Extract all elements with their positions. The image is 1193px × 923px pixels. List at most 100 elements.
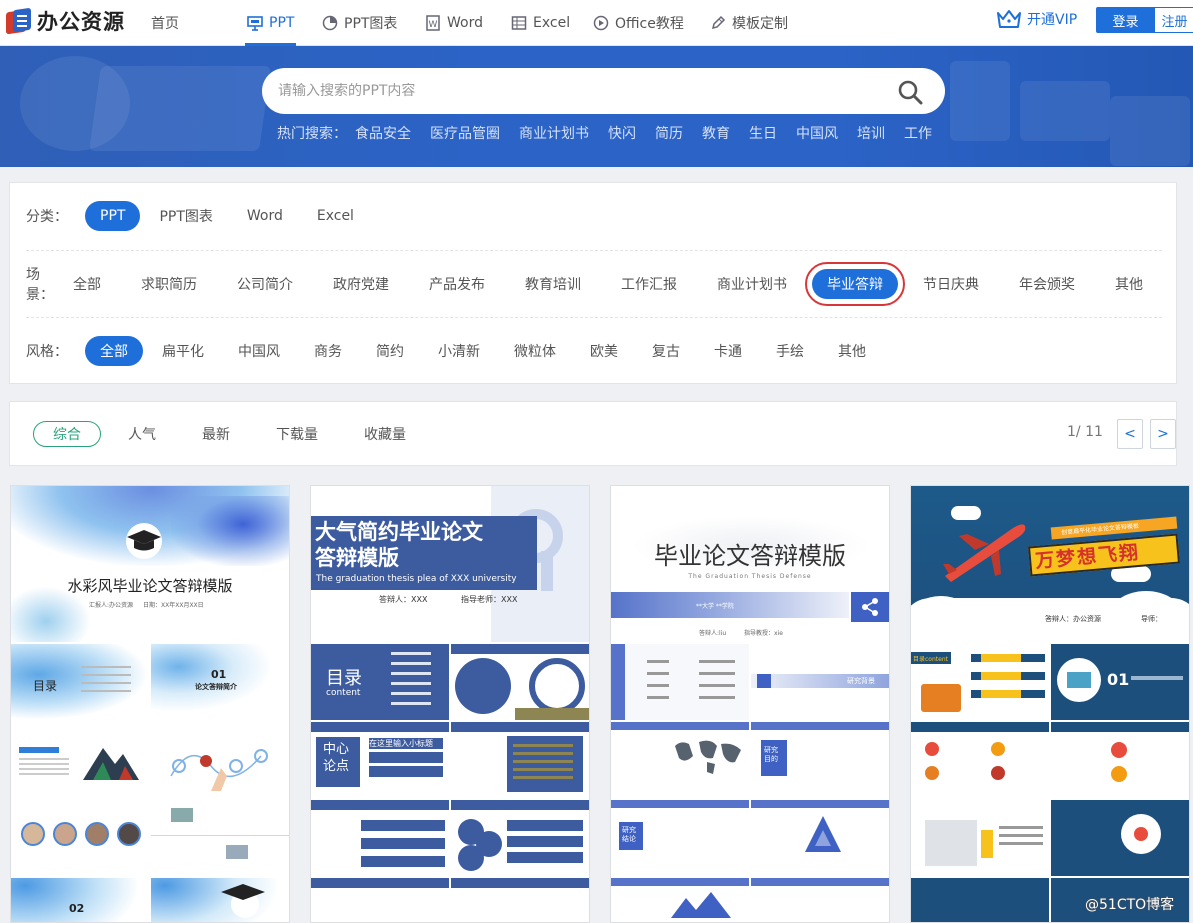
- search-input[interactable]: [278, 83, 878, 99]
- template-cover: 大气简约毕业论文 答辩模版 The graduation thesis plea…: [311, 486, 589, 642]
- pen-icon: [711, 15, 726, 30]
- nav-office-tutorial[interactable]: Office教程: [593, 0, 684, 46]
- hot-keyword[interactable]: 工作: [904, 123, 932, 143]
- scene-option[interactable]: 公司简介: [222, 269, 308, 299]
- prev-page-button[interactable]: <: [1117, 419, 1143, 449]
- logo-icon: [4, 6, 34, 36]
- category-option-word[interactable]: Word: [232, 201, 298, 231]
- graduation-cap-icon: [126, 523, 162, 559]
- scene-option-graduation-defense[interactable]: 毕业答辩: [805, 261, 905, 306]
- sort-option-favorites[interactable]: 收藏量: [364, 421, 406, 447]
- category-filter-row: 分类： PPT PPT图表 Word Excel: [26, 183, 1162, 249]
- template-cover: 水彩风毕业论文答辩模版 汇报人:办公资源 日期：XX年XX月XX日: [11, 486, 289, 642]
- scene-option[interactable]: 教育培训: [510, 269, 596, 299]
- nav-ppt-chart-label: PPT图表: [344, 16, 398, 32]
- sort-option-overall[interactable]: 综合: [33, 421, 101, 447]
- card-3-defender: 答辩人:liu: [699, 630, 727, 637]
- login-button[interactable]: 登录: [1096, 7, 1155, 33]
- template-card[interactable]: 创意扁平化毕业论文答辩模板 万梦想飞翔 答辩人：办公资源 导师： 目录conte…: [910, 485, 1190, 923]
- scene-filter-row: 场景： 全部 求职简历 公司简介 政府党建 产品发布 教育培训 工作汇报 商业计…: [26, 250, 1162, 316]
- card-2-thumb-argument: 论点: [323, 759, 350, 774]
- hot-keyword[interactable]: 快闪: [608, 123, 636, 143]
- card-1-thumb-number-2: 02: [69, 902, 85, 915]
- scene-option[interactable]: 求职简历: [126, 269, 212, 299]
- card-1-title: 水彩风毕业论文答辩模版: [67, 577, 233, 595]
- hot-keyword[interactable]: 培训: [857, 123, 885, 143]
- category-option-ppt-chart[interactable]: PPT图表: [144, 201, 227, 231]
- style-option[interactable]: 微粒体: [499, 336, 571, 366]
- hot-keyword[interactable]: 中国风: [796, 123, 838, 143]
- auth-buttons: 登录 注册: [1096, 7, 1193, 33]
- style-option[interactable]: 中国风: [223, 336, 295, 366]
- share-icon: [862, 598, 878, 616]
- filter-panel: 分类： PPT PPT图表 Word Excel 场景： 全部 求职简历 公司简…: [9, 182, 1177, 384]
- hot-keyword[interactable]: 简历: [655, 123, 683, 143]
- pie-chart-icon: [322, 15, 338, 31]
- sort-option-latest[interactable]: 最新: [202, 421, 230, 447]
- nav-template-custom-label: 模板定制: [732, 16, 788, 32]
- card-1-thumb-heading: 论文答辩简介: [195, 683, 237, 691]
- style-option[interactable]: 扁平化: [147, 336, 219, 366]
- hot-keyword[interactable]: 商业计划书: [519, 123, 589, 143]
- card-2-subtitle: The graduation thesis plea of XXX univer…: [316, 574, 517, 584]
- style-option[interactable]: 卡通: [699, 336, 757, 366]
- sort-option-popularity[interactable]: 人气: [128, 421, 156, 447]
- style-option[interactable]: 复古: [637, 336, 695, 366]
- vip-link[interactable]: 开通VIP: [996, 8, 1077, 30]
- card-3-thumb-conclusion: 研究结论: [622, 826, 636, 843]
- card-1-date: 日期：XX年XX月XX日: [143, 602, 204, 609]
- next-page-button[interactable]: >: [1150, 419, 1176, 449]
- style-filter-row: 风格： 全部 扁平化 中国风 商务 简约 小清新 微粒体 欧美 复古 卡通 手绘…: [26, 317, 1162, 383]
- logo-text: 办公资源: [37, 10, 125, 34]
- nav-template-custom[interactable]: 模板定制: [710, 0, 788, 46]
- style-option[interactable]: 其他: [823, 336, 881, 366]
- style-option[interactable]: 欧美: [575, 336, 633, 366]
- category-filter-label: 分类：: [26, 209, 68, 225]
- nav-home[interactable]: 首页: [151, 0, 179, 46]
- hot-search-label: 热门搜索：: [277, 126, 347, 142]
- scene-option[interactable]: 其他: [1100, 269, 1158, 299]
- nav-ppt[interactable]: PPT: [244, 0, 297, 46]
- scene-option[interactable]: 年会颁奖: [1004, 269, 1090, 299]
- nav-ppt-chart[interactable]: PPT图表: [322, 0, 397, 46]
- style-option[interactable]: 手绘: [761, 336, 819, 366]
- watermark-text: @51CTO博客: [1085, 897, 1175, 913]
- style-option[interactable]: 小清新: [423, 336, 495, 366]
- nav-word[interactable]: W Word: [425, 0, 483, 46]
- register-button[interactable]: 注册: [1155, 7, 1193, 33]
- nav-excel[interactable]: Excel: [511, 0, 570, 46]
- style-option[interactable]: 商务: [299, 336, 357, 366]
- site-logo[interactable]: 办公资源: [4, 6, 125, 36]
- template-card[interactable]: 毕业论文答辩模版 The Graduation Thesis Defense *…: [610, 485, 890, 923]
- presentation-icon: [247, 16, 263, 31]
- card-3-title: 毕业论文答辩模版: [654, 542, 846, 570]
- scene-option[interactable]: 商业计划书: [702, 269, 802, 299]
- top-navigation-bar: 办公资源 首页 PPT PPT图表 W Word Excel Office教程 …: [0, 0, 1193, 46]
- vip-label: 开通VIP: [1027, 12, 1078, 28]
- scene-option[interactable]: 产品发布: [414, 269, 500, 299]
- category-option-ppt[interactable]: PPT: [85, 201, 141, 231]
- scene-option[interactable]: 节日庆典: [908, 269, 994, 299]
- hot-keyword[interactable]: 生日: [749, 123, 777, 143]
- scene-option[interactable]: 政府党建: [318, 269, 404, 299]
- card-2-thumb-subtitle: 在这里输入小标题: [369, 738, 443, 749]
- scene-option[interactable]: 全部: [58, 269, 116, 299]
- hot-keyword[interactable]: 食品安全: [355, 123, 411, 143]
- category-option-excel[interactable]: Excel: [302, 201, 369, 231]
- card-2-thumb-content: content: [326, 688, 361, 698]
- hot-keyword[interactable]: 教育: [702, 123, 730, 143]
- template-card[interactable]: 水彩风毕业论文答辩模版 汇报人:办公资源 日期：XX年XX月XX日 目录 01 …: [10, 485, 290, 923]
- hot-searches: 热门搜索： 食品安全 医疗品管圈 商业计划书 快闪 简历 教育 生日 中国风 培…: [277, 123, 951, 143]
- hot-keyword[interactable]: 医疗品管圈: [430, 123, 500, 143]
- card-1-thumb-toc: 目录: [33, 679, 58, 693]
- table-grid-icon: [511, 16, 527, 30]
- card-2-thumb-toc: 目录: [326, 668, 362, 689]
- card-3-band-text: **大学 **学院: [696, 603, 734, 610]
- card-4-thumb-toc: 目录content: [913, 656, 948, 663]
- template-card[interactable]: 大气简约毕业论文 答辩模版 The graduation thesis plea…: [310, 485, 590, 923]
- search-icon[interactable]: [897, 79, 923, 105]
- scene-option[interactable]: 工作汇报: [606, 269, 692, 299]
- style-option-all[interactable]: 全部: [85, 335, 143, 366]
- style-option[interactable]: 简约: [361, 336, 419, 366]
- sort-option-downloads[interactable]: 下载量: [276, 421, 318, 447]
